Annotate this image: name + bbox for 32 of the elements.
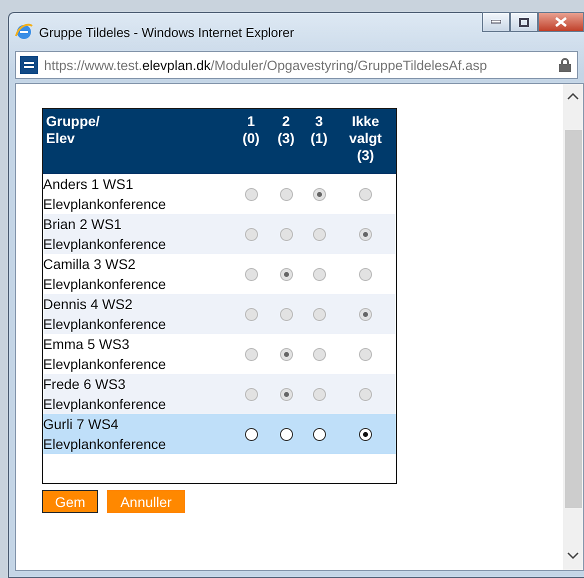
scroll-down-icon[interactable] [567,552,579,560]
radio-button[interactable] [359,428,372,440]
student-name: Camilla 3 WS2 Elevplankonference [43,255,167,294]
lock-icon [559,58,571,72]
student-name: Emma 5 WS3 Elevplankonference [43,335,167,374]
window-title: Gruppe Tildeles - Windows Internet Explorer [39,24,294,40]
radio-button[interactable] [312,428,326,440]
close-button[interactable] [538,12,584,32]
student-name: Frede 6 WS3 Elevplankonference [43,375,167,414]
column-header: Gruppe/ Elev [45,113,101,148]
scrollbar[interactable] [563,84,583,570]
close-icon [555,17,567,27]
maximize-button[interactable] [510,12,538,32]
save-button[interactable]: Gem [42,490,98,513]
cancel-button[interactable]: Annuller [107,490,185,513]
radio-button[interactable] [244,428,258,440]
page-icon [20,56,38,74]
student-name: Anders 1 WS1 Elevplankonference [43,175,167,214]
student-name: Brian 2 WS1 Elevplankonference [43,215,167,254]
radio-button[interactable] [280,428,292,440]
maximize-icon [519,18,529,26]
student-name: Gurli 7 WS4 Elevplankonference [43,415,167,454]
browser-logo-icon [15,23,33,41]
minimize-button[interactable] [482,12,510,32]
column-header: 2 (3) [276,113,296,148]
column-header: 1 (0) [241,113,261,148]
column-header: Ikke valgt (3) [348,113,383,165]
scroll-up-icon[interactable] [567,92,579,100]
scroll-thumb[interactable] [564,130,582,508]
student-name: Dennis 4 WS2 Elevplankonference [43,295,167,334]
column-header: 3 (1) [309,113,329,148]
minimize-icon [491,20,501,24]
